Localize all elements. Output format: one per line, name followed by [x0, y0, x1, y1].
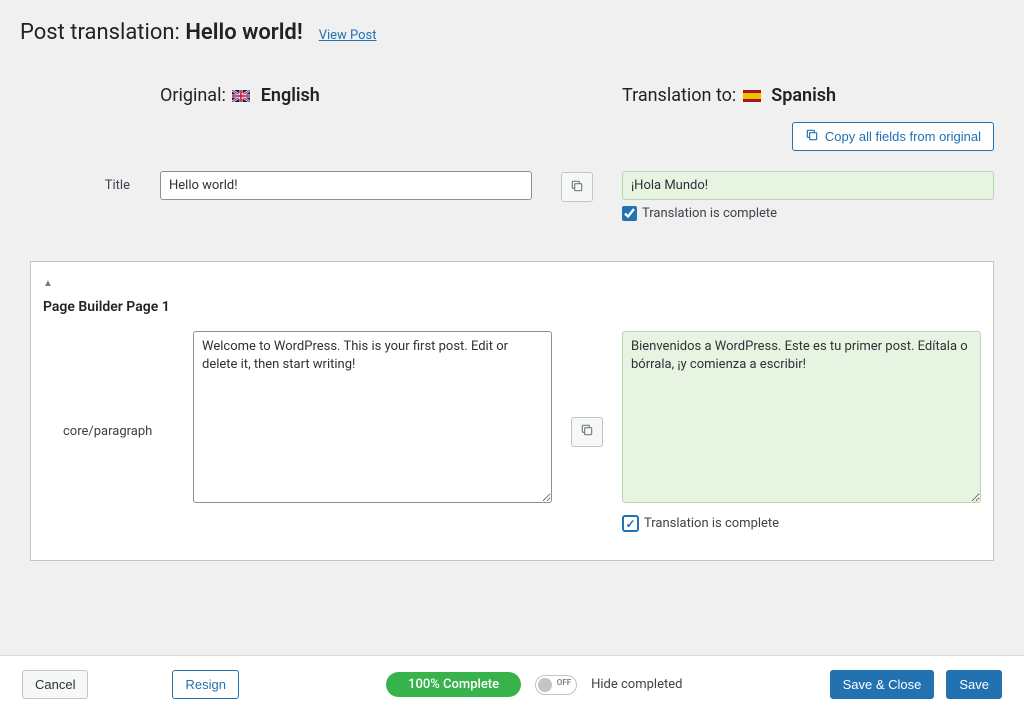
content-section: ▲ Page Builder Page 1 core/paragraph ✓ T…: [30, 261, 994, 561]
resign-button[interactable]: Resign: [172, 670, 238, 699]
language-columns-header: Original: English Translation to: Spanis…: [0, 55, 1024, 116]
copy-title-button[interactable]: [561, 172, 593, 202]
hide-completed-label: Hide completed: [591, 677, 682, 692]
hide-completed-toggle[interactable]: OFF: [535, 675, 577, 695]
paragraph-type-label: core/paragraph: [43, 331, 193, 532]
paragraph-translation-textarea[interactable]: [622, 331, 981, 503]
page-header: Post translation: Hello world! View Post: [0, 0, 1024, 55]
translation-column-header: Translation to: Spanish: [622, 85, 994, 106]
copy-icon: [570, 179, 584, 196]
original-lang: English: [261, 85, 320, 106]
collapse-caret-icon[interactable]: ▲: [41, 276, 983, 295]
copy-all-label: Copy all fields from original: [825, 129, 981, 144]
title-complete-input[interactable]: [622, 206, 637, 221]
copy-all-button[interactable]: Copy all fields from original: [792, 122, 994, 151]
paragraph-row: core/paragraph ✓ Translation is complete: [41, 331, 983, 532]
save-button[interactable]: Save: [946, 670, 1002, 699]
title-complete-label: Translation is complete: [642, 206, 777, 221]
uk-flag-icon: [232, 86, 250, 98]
checkbox-checked-icon: ✓: [622, 515, 639, 532]
copy-paragraph-button[interactable]: [571, 417, 603, 447]
title-translation-input[interactable]: [622, 171, 994, 200]
view-post-link[interactable]: View Post: [319, 28, 377, 43]
save-close-button[interactable]: Save & Close: [830, 670, 935, 699]
title-complete-checkbox[interactable]: Translation is complete: [622, 206, 994, 221]
progress-indicator: 100% Complete: [386, 672, 521, 697]
cancel-button[interactable]: Cancel: [22, 670, 88, 699]
paragraph-complete-checkbox[interactable]: ✓ Translation is complete: [622, 515, 981, 532]
page-title-prefix: Post translation:: [20, 20, 185, 45]
section-title: Page Builder Page 1: [41, 295, 983, 331]
copy-all-icon: [805, 128, 819, 145]
original-label: Original:: [160, 85, 226, 106]
title-original-input[interactable]: [160, 171, 532, 200]
page-title-post: Hello world!: [185, 20, 302, 45]
toggle-off-label: OFF: [557, 678, 571, 687]
original-column-header: Original: English: [160, 85, 532, 106]
page-title: Post translation: Hello world!: [20, 20, 303, 45]
translation-label: Translation to:: [622, 85, 736, 106]
copy-icon: [580, 423, 594, 440]
toggle-knob-icon: [538, 678, 552, 692]
paragraph-complete-label: Translation is complete: [644, 516, 779, 531]
title-label: Title: [30, 171, 160, 193]
translation-lang: Spanish: [771, 85, 836, 106]
title-field-row: Title Translation is complete: [0, 165, 1024, 231]
spain-flag-icon: [743, 86, 761, 98]
editor-footer: Cancel Resign 100% Complete OFF Hide com…: [0, 655, 1024, 713]
paragraph-original-textarea[interactable]: [193, 331, 552, 503]
